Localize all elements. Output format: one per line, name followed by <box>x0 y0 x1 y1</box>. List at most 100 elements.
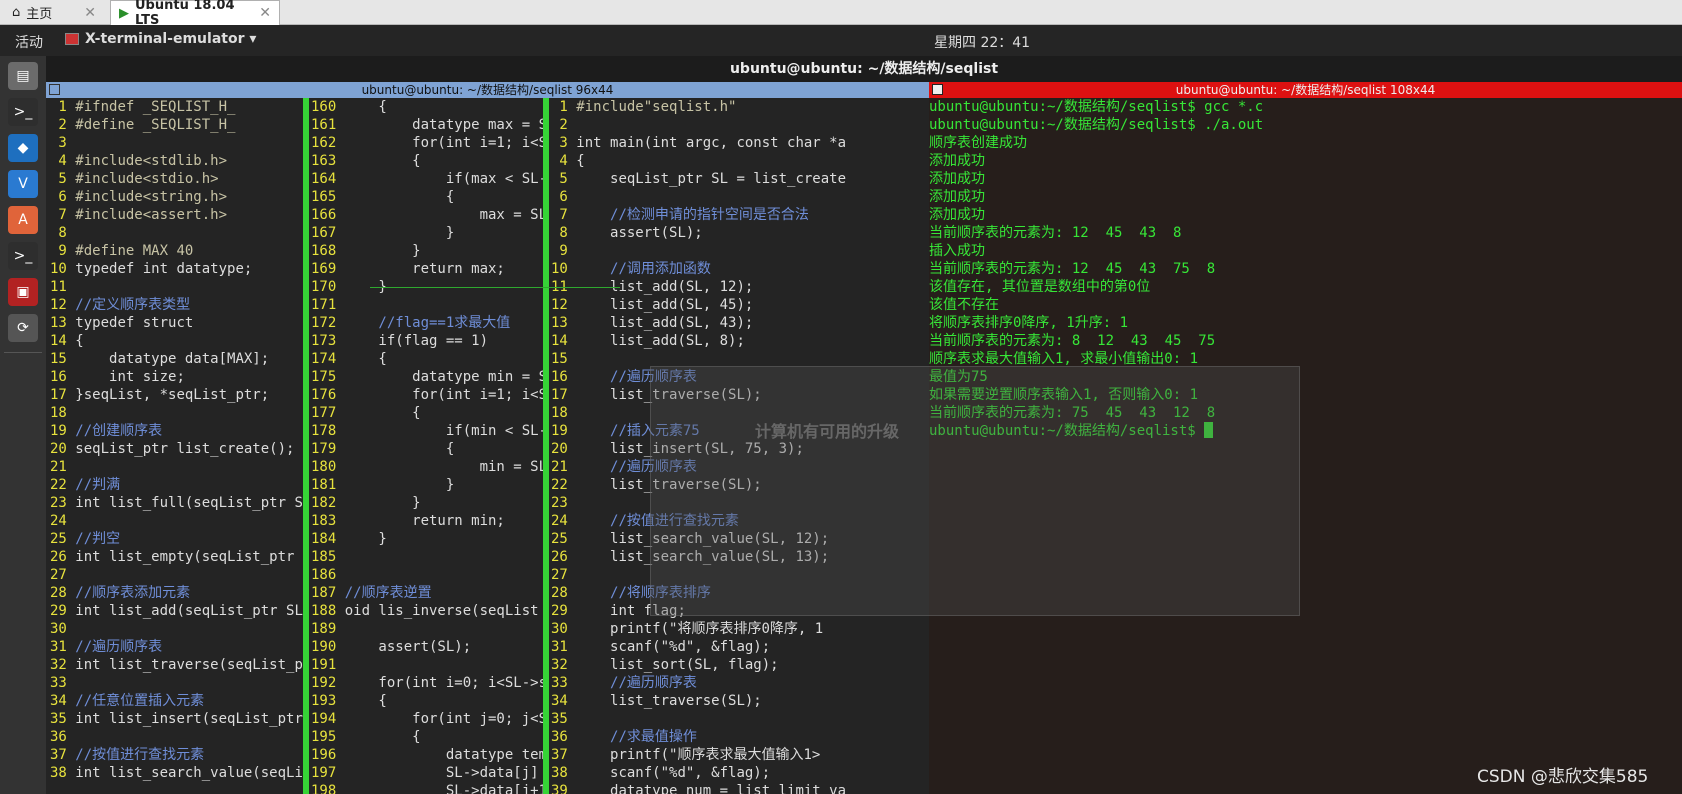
code-line: 8 assert(SL); <box>551 224 929 242</box>
close-icon[interactable]: ✕ <box>259 5 271 21</box>
pane-menu-icon[interactable] <box>932 84 943 95</box>
code-line: 35 int list_insert(seqList_ptr <box>50 710 303 728</box>
line-number: 4 <box>50 153 76 169</box>
line-number: 184 <box>311 531 345 547</box>
line-number: 172 <box>311 315 345 331</box>
line-number: 30 <box>551 621 577 637</box>
code-line: 34 //任意位置插入元素 <box>50 692 303 710</box>
close-icon[interactable]: ✕ <box>84 5 96 21</box>
code-text: list_add(SL, 8); <box>576 333 745 349</box>
code-text: { <box>344 189 455 205</box>
code-line: 29 int list_add(seqList_ptr SL <box>50 602 303 620</box>
code-line: 7 #include<assert.h> <box>50 206 303 224</box>
code-text: #define MAX 40 <box>75 243 194 259</box>
line-number: 164 <box>311 171 345 187</box>
line-number: 191 <box>311 657 345 673</box>
code-text: list_add(SL, 43); <box>576 315 754 331</box>
code-line: 168 } <box>311 242 543 260</box>
line-number: 169 <box>311 261 345 277</box>
files-icon[interactable]: ▤ <box>8 62 38 90</box>
line-number: 187 <box>311 585 345 601</box>
code-text: //顺序表逆置 <box>344 585 432 601</box>
tab-ubuntu-label: Ubuntu 18.04 LTS <box>135 0 235 28</box>
line-number: 162 <box>311 135 345 151</box>
vim-split-divider[interactable] <box>303 98 309 794</box>
code-text: } <box>344 243 421 259</box>
line-number: 24 <box>551 513 577 529</box>
software-center-icon[interactable]: A <box>8 206 38 234</box>
terminal-line: ubuntu@ubuntu:~/数据结构/seqlist$ gcc *.c <box>929 98 1682 116</box>
terminal-line-text: 添加成功 <box>929 171 985 187</box>
code-line: 5 seqList_ptr SL = list_create <box>551 170 929 188</box>
vscode-icon[interactable]: ◆ <box>8 134 38 162</box>
code-text: list_traverse(SL); <box>576 693 762 709</box>
vim-split-divider[interactable] <box>543 98 549 794</box>
code-line: 6 #include<string.h> <box>50 188 303 206</box>
code-text: { <box>344 729 421 745</box>
line-number: 170 <box>311 279 345 295</box>
dock: ▤ >_ ◆ V A >_ ▣ ⟳ <box>0 56 46 794</box>
line-number: 183 <box>311 513 345 529</box>
code-line: 5 #include<stdio.h> <box>50 170 303 188</box>
line-number: 190 <box>311 639 345 655</box>
line-number: 17 <box>50 387 76 403</box>
line-number: 28 <box>50 585 76 601</box>
code-text: int list_add(seqList_ptr SL <box>75 603 303 619</box>
app-menu-label: X-terminal-emulator ▾ <box>85 31 257 47</box>
terminal-icon[interactable]: >_ <box>8 98 38 126</box>
code-line: 183 return min; <box>311 512 543 530</box>
code-line: 13 typedef struct <box>50 314 303 332</box>
right-pane-title: ubuntu@ubuntu: ~/数据结构/seqlist 108x44 <box>1175 83 1436 97</box>
code-text: int list_empty(seqList_ptr <box>75 549 303 565</box>
clock[interactable]: 星期四 22：41 <box>934 32 1030 52</box>
code-line: 10 //调用添加函数 <box>551 260 929 278</box>
code-text: //求最值操作 <box>576 729 697 745</box>
tab-ubuntu[interactable]: ▶ Ubuntu 18.04 LTS ✕ <box>110 0 280 28</box>
terminal-line-text: 当前顺序表的元素为: 8 12 43 45 75 <box>929 333 1216 349</box>
line-number: 185 <box>311 549 345 565</box>
code-line: 182 } <box>311 494 543 512</box>
editor-column-2[interactable]: 160 {161 datatype max = S 162 for(int i=1… <box>311 98 543 794</box>
code-text: scanf("%d", &flag); <box>576 765 771 781</box>
app-menu[interactable]: X-terminal-emulator ▾ <box>65 31 256 47</box>
x-terminal-icon[interactable]: ▣ <box>8 278 38 306</box>
code-text: seqList_ptr SL = list_create <box>576 171 847 187</box>
code-line: 26 int list_empty(seqList_ptr <box>50 548 303 566</box>
line-number: 13 <box>551 315 577 331</box>
line-number: 3 <box>551 135 577 151</box>
line-number: 166 <box>311 207 345 223</box>
update-icon[interactable]: ⟳ <box>8 314 38 342</box>
code-text: if(min < SL- <box>344 423 543 439</box>
visual-editor-icon[interactable]: V <box>8 170 38 198</box>
code-text: } <box>344 495 421 511</box>
home-icon: ⌂ <box>12 5 21 20</box>
code-line: 175 datatype min = S <box>311 368 543 386</box>
tab-home[interactable]: ⌂ 主页 ✕ <box>4 0 104 25</box>
line-number: 18 <box>551 405 577 421</box>
terminal-line: 将顺序表排序0降序, 1升序: 1 <box>929 314 1682 332</box>
line-number: 16 <box>50 369 76 385</box>
code-text: datatype min = S <box>344 369 543 385</box>
editor-column-1[interactable]: 1 #ifndef _SEQLIST_H_ 2 #define _SEQLIST… <box>50 98 303 782</box>
terminal-app-icon <box>65 33 79 45</box>
csdn-watermark: CSDN @悲欣交集585 <box>1477 767 1649 787</box>
code-text: //判空 <box>75 531 121 547</box>
code-text: //任意位置插入元素 <box>75 693 205 709</box>
window-title: ubuntu@ubuntu: ~/数据结构/seqlist <box>46 56 1682 82</box>
code-text: //调用添加函数 <box>576 261 711 277</box>
code-line: 18 <box>50 404 303 422</box>
pane-menu-icon[interactable] <box>49 84 60 95</box>
activities-button[interactable]: 活动 <box>15 32 43 52</box>
terminal-2-icon[interactable]: >_ <box>8 242 38 270</box>
code-text: SL->data[j] <box>344 765 539 781</box>
line-number: 168 <box>311 243 345 259</box>
line-number: 8 <box>551 225 577 241</box>
line-number: 17 <box>551 387 577 403</box>
line-number: 198 <box>311 783 345 794</box>
line-number: 31 <box>551 639 577 655</box>
code-text: #include"seqlist.h" <box>576 99 737 115</box>
line-number: 178 <box>311 423 345 439</box>
code-text: datatype max = S <box>344 117 543 133</box>
code-text: { <box>344 99 387 115</box>
code-line: 11 <box>50 278 303 296</box>
